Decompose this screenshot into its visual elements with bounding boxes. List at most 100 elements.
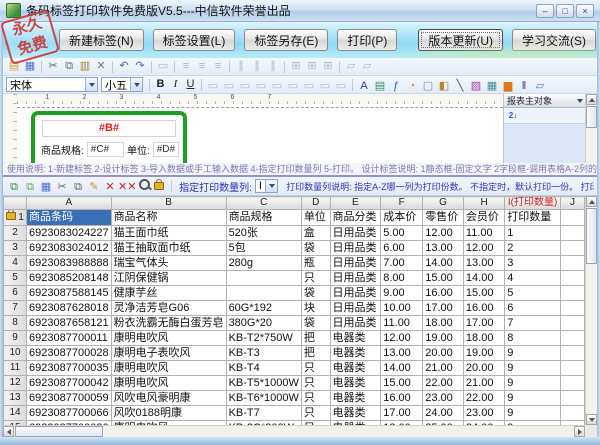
column-header[interactable]: C <box>225 196 302 210</box>
design-canvas[interactable]: #B# 商品规格: #C# 单位: #D# <box>17 104 503 163</box>
import-data-icon[interactable]: ⧉ <box>6 180 22 195</box>
cell[interactable] <box>559 390 585 406</box>
cell[interactable]: 猫王面巾纸 <box>110 225 227 241</box>
clear-all-icon[interactable]: ✕✕ <box>118 180 136 195</box>
cell[interactable]: 11.00 <box>380 315 424 331</box>
column-header[interactable]: F <box>380 196 424 210</box>
cell[interactable]: 把 <box>300 330 331 346</box>
cell[interactable] <box>559 285 585 301</box>
cell[interactable]: 只 <box>300 270 331 286</box>
row-header[interactable]: 6 <box>3 285 28 301</box>
cell[interactable]: KB-T6*1000W <box>225 390 302 406</box>
field-product-name[interactable]: #B# <box>42 120 176 137</box>
update-button[interactable]: 版本更新(U) <box>418 29 504 51</box>
insert-chart-icon[interactable]: ▆ <box>500 79 516 94</box>
learn-button[interactable]: 学习交流(S) <box>512 29 597 51</box>
cell[interactable]: 电器类 <box>329 360 382 376</box>
cell[interactable]: 20.00 <box>462 360 506 376</box>
cell[interactable] <box>559 330 585 346</box>
cell[interactable] <box>559 405 585 421</box>
cell[interactable]: 6 <box>504 300 561 316</box>
chevron-down-icon[interactable] <box>265 180 278 192</box>
cell[interactable]: 袋 <box>300 240 331 256</box>
cell[interactable]: 14.00 <box>422 255 464 271</box>
cell[interactable]: 17.00 <box>380 405 424 421</box>
insert-page-icon[interactable]: ▢ <box>420 79 436 94</box>
cell[interactable]: 23.00 <box>422 390 464 406</box>
cell[interactable]: 猫王抽取面巾纸 <box>110 240 227 256</box>
insert-function-icon[interactable]: ƒ <box>388 79 404 94</box>
column-header[interactable]: D <box>300 196 331 210</box>
cell[interactable] <box>559 225 585 241</box>
cell[interactable]: 只 <box>300 390 331 406</box>
cell[interactable]: 10.00 <box>380 300 424 316</box>
cell[interactable]: 9 <box>504 390 561 406</box>
font-size-combo[interactable]: 小五 <box>101 77 143 92</box>
insert-image-icon[interactable]: ▦ <box>484 79 500 94</box>
cell[interactable] <box>559 240 585 256</box>
row-header[interactable]: 3 <box>3 240 28 256</box>
cell[interactable]: 6923087658121 <box>26 315 112 331</box>
cell[interactable]: 13.00 <box>380 345 424 361</box>
cell[interactable]: 6923085208148 <box>26 270 112 286</box>
cell[interactable]: 康明电吹风 <box>110 330 227 346</box>
cell[interactable]: 6923087700042 <box>26 375 112 391</box>
field-unit[interactable]: #D# <box>152 142 179 157</box>
cell[interactable]: KB-T3 <box>225 345 302 361</box>
cell[interactable]: 9.00 <box>380 285 424 301</box>
cell[interactable]: 成本价 <box>380 209 424 226</box>
row-header[interactable]: 10 <box>3 345 28 361</box>
cell[interactable]: 380G*20 <box>225 315 302 331</box>
row-header[interactable]: 9 <box>3 330 28 346</box>
row-header[interactable]: 1 <box>3 209 28 226</box>
cell[interactable]: 1 <box>504 225 561 241</box>
chevron-down-icon[interactable] <box>85 78 97 91</box>
sort-icon[interactable]: 2↓ <box>506 109 520 122</box>
scrollbar-thumb[interactable] <box>586 208 597 264</box>
cell[interactable]: 16.00 <box>380 390 424 406</box>
cell[interactable]: KB-T5*1000W <box>225 375 302 391</box>
cell[interactable]: 9 <box>504 405 561 421</box>
insert-line-icon[interactable]: ╲ <box>452 79 468 94</box>
cell[interactable]: 11.00 <box>462 225 506 241</box>
column-header[interactable]: E <box>329 196 382 210</box>
cut-icon[interactable]: ✂ <box>45 59 61 74</box>
cell[interactable]: 日用品类 <box>329 225 382 241</box>
row-header[interactable]: 2 <box>3 225 28 241</box>
cell[interactable]: 日用品类 <box>329 285 382 301</box>
cell[interactable]: 电器类 <box>329 345 382 361</box>
close-button[interactable]: × <box>576 3 594 18</box>
cell[interactable]: 2 <box>504 240 561 256</box>
column-header[interactable]: B <box>110 196 227 210</box>
cell[interactable]: 零售价 <box>422 209 464 226</box>
scroll-up-icon[interactable] <box>586 196 597 207</box>
cell[interactable]: 15.00 <box>422 270 464 286</box>
print-button[interactable]: 打印(P) <box>337 29 398 51</box>
cell[interactable]: 12.00 <box>462 240 506 256</box>
save-sheet-icon[interactable]: ▦ <box>38 180 54 195</box>
cell[interactable]: 会员价 <box>462 209 506 226</box>
label-settings-button[interactable]: 标签设置(L) <box>152 29 236 51</box>
cell[interactable] <box>559 315 585 331</box>
italic-button[interactable]: I <box>168 77 183 92</box>
cell[interactable]: 7 <box>504 315 561 331</box>
scrollbar-thumb[interactable] <box>586 106 597 128</box>
cell[interactable]: 18.00 <box>462 330 506 346</box>
column-header[interactable]: I(打印数量) <box>504 196 561 210</box>
cell[interactable]: 日用品类 <box>329 240 382 256</box>
cell[interactable]: 6923087700035 <box>26 360 112 376</box>
cell[interactable]: KB-T4 <box>225 360 302 376</box>
cell[interactable]: 日用品类 <box>329 270 382 286</box>
cell[interactable]: 17.00 <box>422 300 464 316</box>
cell[interactable]: 打印数量 <box>504 209 561 226</box>
cell[interactable] <box>559 270 585 286</box>
cell[interactable]: 袋 <box>300 285 331 301</box>
cell[interactable]: 电器类 <box>329 405 382 421</box>
underline-button[interactable]: U <box>183 77 198 92</box>
cell[interactable] <box>225 270 302 286</box>
insert-picture-icon[interactable]: ▤ <box>372 79 388 94</box>
cell[interactable]: 电器类 <box>329 390 382 406</box>
maximize-button[interactable]: □ <box>556 3 574 18</box>
cell[interactable]: 14.00 <box>462 270 506 286</box>
cell[interactable]: 电器类 <box>329 330 382 346</box>
